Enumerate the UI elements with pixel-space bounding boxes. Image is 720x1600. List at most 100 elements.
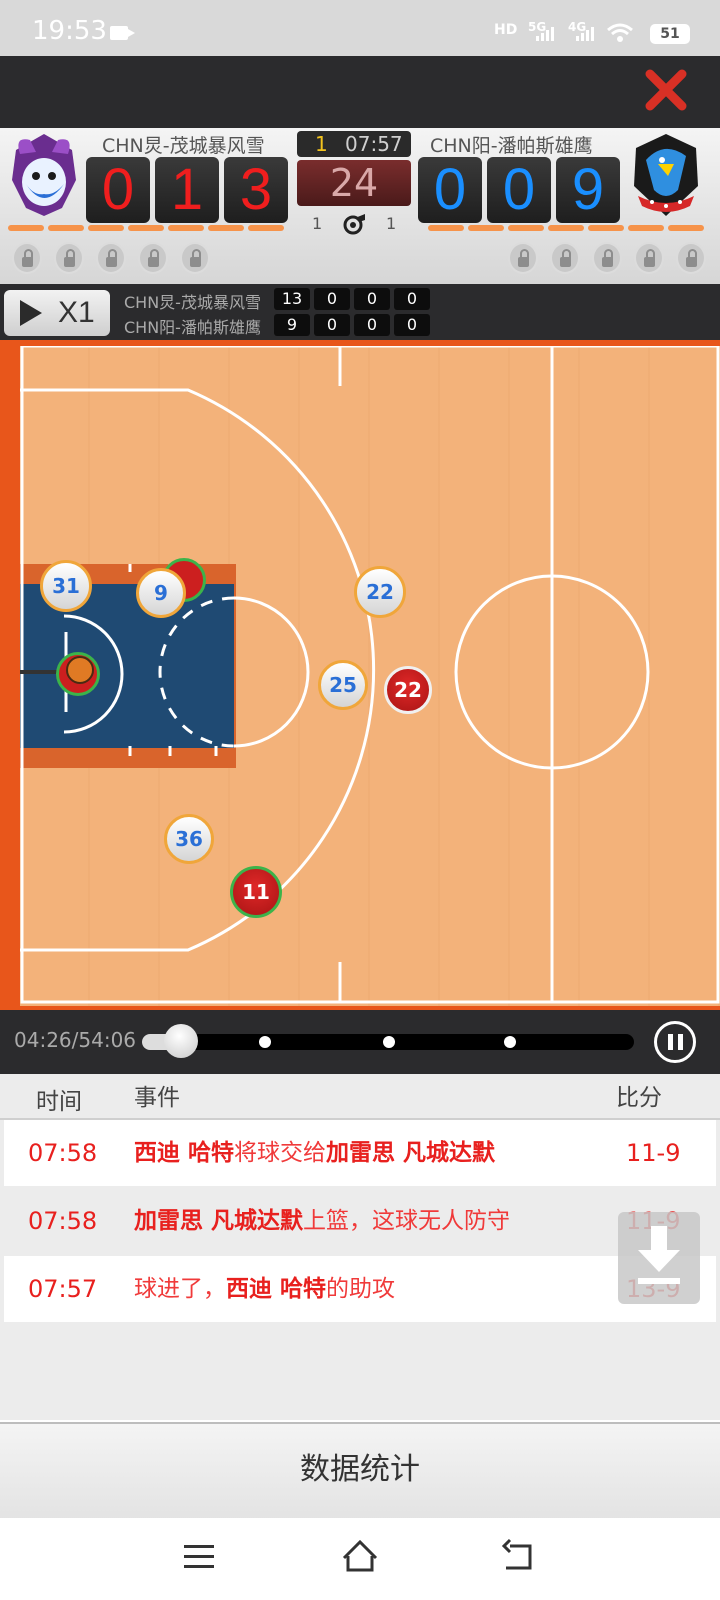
stamina-bar [8,225,44,231]
stamina-bar [88,225,124,231]
player-token-away[interactable]: 22 [354,566,406,618]
quarter-row-team: CHN炅-茂城暴风雪 [124,293,261,312]
lock-icon[interactable] [634,242,664,274]
events-header-score: 比分 [616,1085,662,1111]
event-desc: 将球交给 [234,1140,327,1166]
quarter-row-team: CHN阳-潘帕斯雄鹰 [124,318,261,337]
events-header-time: 时间 [36,1089,82,1115]
pause-icon[interactable] [654,1021,696,1063]
lock-icon[interactable] [138,242,168,274]
event-row[interactable]: 07:57 球进了，西迪 哈特的助攻 13-9 [4,1256,716,1322]
player-token-away[interactable]: 36 [164,814,214,864]
timeline-marker[interactable] [504,1036,516,1048]
signal-icon [536,25,558,41]
stamina-bar [468,225,504,231]
away-score-digit: 0 [418,157,482,223]
play-icon [20,300,42,326]
stamina-bar [668,225,704,231]
lock-icon[interactable] [180,242,210,274]
timeline-thumb[interactable] [164,1024,199,1058]
home-fouls: 1 [312,214,323,233]
event-player: 西迪 哈特 [226,1276,327,1302]
event-score: 11-9 [626,1139,681,1167]
playback-timeline: 04:26/54:06 [0,1010,720,1074]
status-bar: 19:53 HD 5G 4G 51 [0,0,720,56]
lock-icon[interactable] [508,242,538,274]
quarter-score-cell: 9 [274,314,310,336]
close-icon[interactable] [644,68,688,112]
scoreboard: CHN炅-茂城暴风雪 0 1 3 1 07:57 24 1 1 CHN阳-潘帕斯… [0,128,720,284]
shot-clock: 24 [297,160,411,206]
event-row[interactable]: 07:58 西迪 哈特将球交给加雷思 凡城达默 11-9 [4,1120,716,1186]
away-score-digit: 0 [487,157,551,223]
quarter-score-cell: 13 [274,288,310,310]
wifi-icon [607,23,633,42]
home-score-digit: 3 [224,157,288,223]
clock-panel: 1 07:57 [297,131,411,157]
player-token-away[interactable]: 9 [136,568,186,618]
player-token-away[interactable]: 31 [40,560,92,612]
event-player: 加雷思 凡城达默 [134,1208,304,1234]
lock-icon[interactable] [96,242,126,274]
speed-label: X1 [58,296,95,329]
event-text: 西迪 哈特将球交给加雷思 凡城达默 [134,1120,495,1186]
event-text: 球进了，西迪 哈特的助攻 [134,1256,395,1322]
hd-label: HD [494,22,518,38]
away-team-logo-icon [634,134,698,216]
battery-icon: 51 [650,24,690,44]
quarter-score-cell: 0 [394,288,430,310]
back-icon[interactable] [500,1538,536,1574]
stamina-bar [628,225,664,231]
event-desc: 的助攻 [326,1276,396,1302]
court-lines [20,346,720,1004]
away-team-name: CHN阳-潘帕斯雄鹰 [430,135,593,157]
speed-button[interactable]: X1 [4,290,110,336]
stats-button[interactable]: 数据统计 [0,1422,720,1520]
home-team-name: CHN炅-茂城暴风雪 [102,135,265,157]
basketball-icon [66,656,94,684]
lock-icon[interactable] [54,242,84,274]
timeline-marker[interactable] [259,1036,271,1048]
player-token-home[interactable]: 22 [384,666,432,714]
timeline-marker[interactable] [383,1036,395,1048]
home-score-digit: 1 [155,157,219,223]
event-desc: 上篮，这球无人防守 [303,1208,511,1234]
away-fouls: 1 [386,214,397,233]
player-token-home[interactable]: 11 [230,866,282,918]
event-time: 07:57 [28,1275,98,1303]
lock-icon[interactable] [12,242,42,274]
quarter-score-cell: 0 [314,314,350,336]
player-token-away[interactable]: 25 [318,660,368,710]
lock-icon[interactable] [550,242,580,274]
event-row[interactable]: 07:58 加雷思 凡城达默上篮，这球无人防守 11-9 [4,1188,716,1254]
stamina-bar [48,225,84,231]
event-time: 07:58 [28,1207,98,1235]
stamina-bar [588,225,624,231]
top-bar [0,56,720,128]
system-nav-bar [0,1518,720,1600]
quarter-scores-bar: X1 CHN炅-茂城暴风雪 CHN阳-潘帕斯雄鹰 13 0 0 0 9 0 0 … [0,284,720,340]
event-player: 西迪 哈特 [134,1140,235,1166]
home-icon[interactable] [340,1538,380,1574]
basketball-court [20,346,720,1006]
event-text: 加雷思 凡城达默上篮，这球无人防守 [134,1188,510,1254]
lock-icon[interactable] [676,242,706,274]
quarter-score-cell: 0 [354,314,390,336]
stamina-bar [428,225,464,231]
stamina-bar [548,225,584,231]
quarter-score-cell: 0 [394,314,430,336]
event-log: 时间 事件 比分 07:58 西迪 哈特将球交给加雷思 凡城达默 11-9 07… [0,1074,720,1420]
signal-icon-2 [576,25,598,41]
stamina-bar [508,225,544,231]
event-player: 加雷思 凡城达默 [326,1140,496,1166]
stamina-bar [168,225,204,231]
scroll-down-icon[interactable] [618,1212,700,1304]
quarter-indicator: 1 [315,132,328,156]
event-desc: 球进了， [134,1276,226,1302]
game-clock: 07:57 [345,132,403,156]
away-score-digit: 9 [556,157,620,223]
quarter-score-cell: 0 [314,288,350,310]
lock-icon[interactable] [592,242,622,274]
status-time: 19:53 [32,16,107,46]
menu-icon[interactable] [182,1542,216,1572]
